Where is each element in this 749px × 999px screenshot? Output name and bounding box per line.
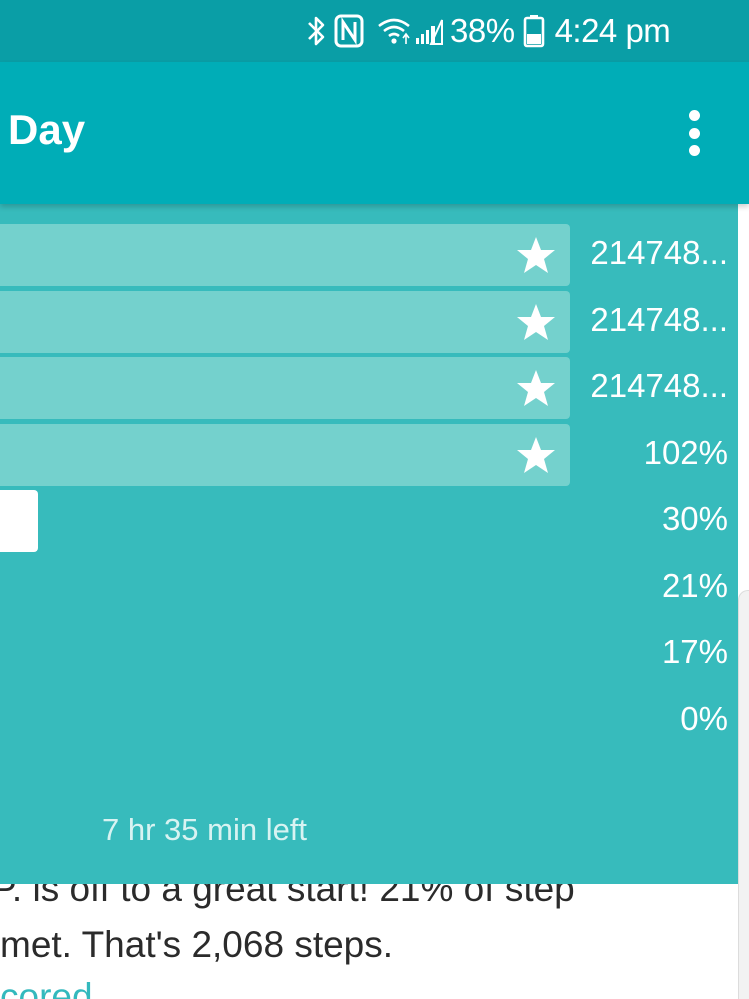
wifi-icon xyxy=(376,14,412,48)
scrollbar[interactable] xyxy=(738,590,749,999)
more-vert-icon-dot xyxy=(688,127,700,139)
page-title: Day xyxy=(8,106,86,153)
leaderboard-value: 17% xyxy=(661,633,728,670)
clock: 4:24 pm xyxy=(554,12,671,49)
leaderboard-row[interactable]: 30% xyxy=(0,490,738,552)
signal-icon xyxy=(414,14,444,48)
nfc-icon xyxy=(334,14,364,48)
leaderboard-row[interactable]: 214748... xyxy=(0,224,738,286)
more-vert-icon-dot xyxy=(688,110,700,121)
more-options-button[interactable] xyxy=(672,102,716,164)
leaderboard-value: 214748... xyxy=(590,367,728,404)
progress-bar xyxy=(0,357,570,419)
message-link[interactable]: cored xyxy=(0,976,93,999)
progress-bar xyxy=(0,423,570,486)
status-icons: 38% 4:24 pm xyxy=(306,8,671,54)
leaderboard-row[interactable]: 17% xyxy=(0,623,738,685)
leaderboard-row[interactable]: 102% xyxy=(0,423,738,486)
leaderboard-row[interactable]: 21% xyxy=(0,557,738,619)
leaderboard-row[interactable]: 214748... xyxy=(0,290,738,353)
status-bar: 38% 4:24 pm xyxy=(0,0,749,62)
star-icon xyxy=(517,436,555,473)
leaderboard: 214748... 214748... 214748... 102% 30% 21% 17%… xyxy=(0,204,738,884)
app-bar: Day xyxy=(0,62,749,204)
message-line-1: P. is off to a great start! 21% of step xyxy=(0,884,575,909)
leaderboard-value: 0% xyxy=(680,699,728,737)
time-left-label: 7 hr 35 min left xyxy=(102,812,308,847)
message-line-2: met. That's 2,068 steps. xyxy=(0,924,394,965)
battery-icon xyxy=(523,14,545,48)
leaderboard-row[interactable]: 0% xyxy=(0,690,738,752)
star-icon xyxy=(517,237,555,273)
leaderboard-row[interactable]: 214748... xyxy=(0,357,738,419)
progress-bar xyxy=(0,290,570,353)
battery-percent: 38% xyxy=(450,12,515,49)
bluetooth-icon xyxy=(306,14,328,48)
star-icon xyxy=(517,370,555,406)
leaderboard-value: 102% xyxy=(643,433,728,471)
leaderboard-value: 30% xyxy=(661,500,728,537)
progress-bar xyxy=(0,490,38,552)
leaderboard-value: 214748... xyxy=(590,300,728,338)
progress-bar xyxy=(0,224,570,286)
leaderboard-value: 21% xyxy=(661,566,728,604)
star-icon xyxy=(517,303,555,340)
more-vert-icon-dot xyxy=(688,145,700,156)
message-card: P. is off to a great start! 21% of step … xyxy=(0,884,738,999)
leaderboard-value: 214748... xyxy=(590,234,728,271)
